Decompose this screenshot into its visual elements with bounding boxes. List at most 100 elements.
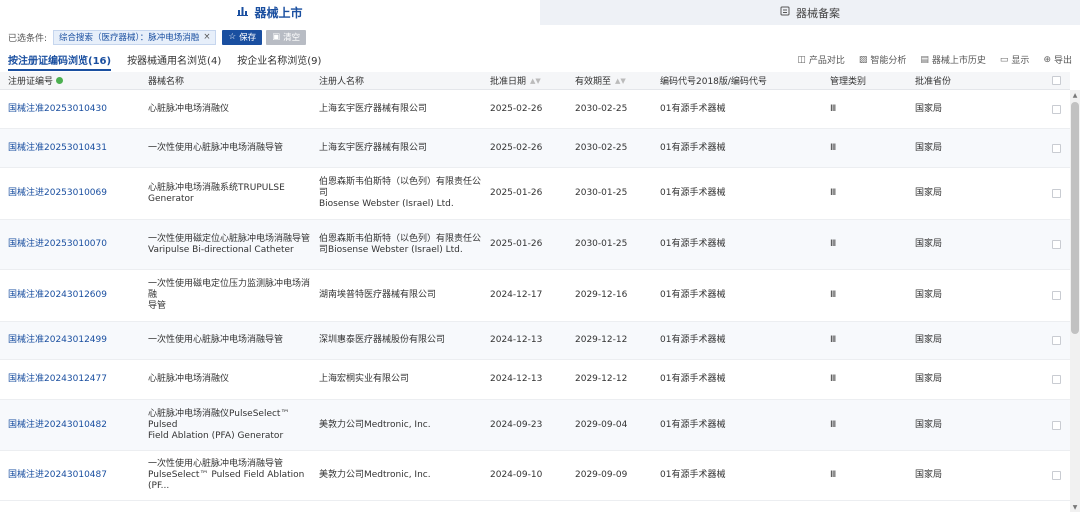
cell-province: 国家局: [915, 470, 943, 480]
header-approve-date[interactable]: 批准日期 ▲▼: [490, 74, 541, 88]
checkbox-icon: [1052, 240, 1061, 249]
toolbar: ◫ 产品对比 ▨ 智能分析 ▤ 器械上市历史 ▭ 显示 ⊕ 导出: [783, 53, 1072, 67]
header-approve-date-label: 批准日期: [490, 77, 527, 87]
cell-registrant-lines: 湖南埃普特医疗器械有限公司: [319, 290, 436, 301]
header-valid-until-label: 有效期至: [575, 77, 612, 87]
cell-registrant-lines: 美敦力公司Medtronic, Inc.: [319, 420, 431, 431]
cell-reg-no[interactable]: 国械注准20243012477: [8, 360, 143, 399]
cell-registrant-line: 伯恩森斯韦伯斯特（以色列）有限责任公: [319, 233, 482, 244]
row-checkbox[interactable]: [1052, 90, 1064, 128]
scroll-up-icon[interactable]: ▲: [1070, 90, 1080, 100]
cell-registrant-line: 伯恩森斯韦伯斯特（以色列）有限责任公司: [319, 177, 482, 198]
filter-chip[interactable]: 综合搜索（医疗器械）：脉冲电场消融 ×: [53, 29, 217, 45]
row-checkbox[interactable]: [1052, 322, 1064, 359]
cell-device-name-line: 心脏脉冲电场消融系统TRUPULSE: [148, 182, 285, 193]
row-checkbox[interactable]: [1052, 220, 1064, 269]
row-checkbox[interactable]: [1052, 360, 1064, 399]
row-checkbox[interactable]: [1052, 400, 1064, 450]
cell-valid-until: 2029-09-09: [575, 470, 628, 480]
cell-reg-no[interactable]: 国械注进20253010070: [8, 220, 143, 269]
tab-browse-by-name[interactable]: 按器械通用名浏览(4): [127, 52, 221, 69]
compare-icon: ◫: [797, 54, 806, 65]
select-all-checkbox[interactable]: [1052, 76, 1061, 85]
cell-class: Ⅲ: [830, 335, 837, 345]
cell-approve-date: 2024-09-10: [490, 470, 543, 480]
cell-device-name-line: 一次性使用磁电定位压力监测脉冲电场消融: [148, 279, 311, 300]
display-button[interactable]: ▭ 显示: [1000, 53, 1030, 67]
save-button[interactable]: ☆ 保存: [222, 29, 263, 45]
checkbox-icon: [1052, 104, 1061, 114]
analysis-label: 智能分析: [870, 56, 907, 66]
history-button[interactable]: ▤ 器械上市历史: [920, 53, 986, 67]
cell-registrant: 伯恩森斯韦伯斯特（以色列）有限责任公司Biosense Webster (Isr…: [319, 168, 485, 219]
cell-registrant-line: 司Biosense Webster (Israel) Ltd.: [319, 244, 463, 255]
tab-browse-by-company[interactable]: 按企业名称浏览(9): [237, 52, 321, 69]
tab-browse-by-reg[interactable]: 按注册证编码浏览(16): [8, 52, 112, 71]
cell-code: 01有源手术器械: [660, 419, 726, 430]
info-icon: [56, 77, 64, 84]
header-registrant: 注册人名称: [319, 77, 365, 87]
browse-tabs: 按注册证编码浏览(16) 按器械通用名浏览(4) 按企业名称浏览(9): [8, 52, 337, 71]
tab-device-listing[interactable]: 器械上市: [0, 0, 540, 25]
cell-approve-date: 2024-12-13: [490, 374, 543, 384]
display-label: 显示: [1011, 56, 1030, 66]
cell-reg-no[interactable]: 国械注进20253010069: [8, 168, 143, 219]
scroll-down-icon[interactable]: ▼: [1070, 502, 1080, 512]
cell-device-name-line: 心脏脉冲电场消融仪: [148, 374, 230, 384]
cell-registrant-lines: 深圳惠泰医疗器械股份有限公司: [319, 335, 445, 346]
cell-province: 国家局: [915, 290, 943, 300]
cell-code: 01有源手术器械: [660, 239, 726, 249]
trash-icon: ▣: [272, 32, 281, 42]
cell-registrant-line: 美敦力公司Medtronic, Inc.: [319, 419, 431, 430]
checkbox-icon: [1052, 336, 1061, 345]
cell-approve-date: 2025-02-26: [490, 142, 543, 153]
cell-reg-no[interactable]: 国械注准20253010430: [8, 90, 143, 128]
cell-registrant: 上海玄宇医疗器械有限公司: [319, 129, 485, 167]
cell-registrant-lines: 上海玄宇医疗器械有限公司: [319, 104, 427, 115]
cell-reg-no[interactable]: 国械注准20253010431: [8, 129, 143, 167]
cell-code: 01有源手术器械: [660, 335, 726, 345]
cell-device-name: 心脏脉冲电场消融仪: [148, 360, 314, 399]
cell-class: Ⅲ: [830, 188, 837, 198]
cell-device-name: 一次性使用磁电定位压力监测脉冲电场消融 导管: [148, 270, 314, 321]
cell-reg-no[interactable]: 国械注准20243012609: [8, 270, 143, 321]
cell-registrant-line: 上海宏桐实业有限公司: [319, 374, 410, 384]
cell-valid-until: 2030-02-25: [575, 103, 628, 114]
header-reg-no[interactable]: 注册证编号: [8, 74, 64, 87]
cell-province: 国家局: [915, 419, 943, 430]
history-label: 器械上市历史: [931, 56, 986, 66]
cell-reg-no[interactable]: 国械注准20243012499: [8, 322, 143, 359]
table-row: 国械注进20243010487 一次性使用心脏脉冲电场消融导管 PulseSelec…: [0, 451, 1070, 501]
cell-device-name: 一次性使用心脏脉冲电场消融导管 PulseSelect™ Pulsed Field…: [148, 451, 314, 500]
tab-device-filing[interactable]: 器械备案: [540, 0, 1080, 25]
cell-reg-no[interactable]: 国械注进20243010487: [8, 451, 143, 500]
cell-registrant-line: 上海玄宇医疗器械有限公司: [319, 103, 428, 114]
sort-icon[interactable]: ▲▼: [530, 77, 541, 85]
header-valid-until[interactable]: 有效期至 ▲▼: [575, 74, 626, 88]
sort-icon[interactable]: ▲▼: [615, 77, 626, 85]
cell-registrant: 美敦力公司Medtronic, Inc.: [319, 451, 485, 500]
cell-device-name-lines: 一次性使用心脏脉冲电场消融导管: [148, 335, 283, 346]
cell-registrant: 深圳惠泰医疗器械股份有限公司: [319, 322, 485, 359]
row-checkbox[interactable]: [1052, 168, 1064, 219]
header-class: 管理类别: [830, 77, 867, 87]
scroll-thumb[interactable]: [1071, 102, 1079, 334]
compare-button[interactable]: ◫ 产品对比: [797, 53, 845, 67]
table-row: 国械注进20253010070 一次性使用磁定位心脏脉冲电场消融导管 Varipul…: [0, 220, 1070, 270]
cell-province: 国家局: [915, 188, 943, 198]
cell-class: Ⅲ: [830, 290, 837, 300]
clear-button-label: 清空: [283, 33, 301, 43]
scrollbar[interactable]: ▲ ▼: [1070, 90, 1080, 512]
close-icon[interactable]: ×: [203, 32, 210, 42]
table-row: 国械注准20253010430 心脏脉冲电场消融仪 上海玄宇医疗器械有限公司 2025…: [0, 90, 1070, 129]
row-checkbox[interactable]: [1052, 270, 1064, 321]
cell-reg-no[interactable]: 国械注进20243010482: [8, 400, 143, 450]
checkbox-icon: [1052, 471, 1061, 480]
cell-device-name-line: 心脏脉冲电场消融仪: [148, 103, 230, 114]
row-checkbox[interactable]: [1052, 451, 1064, 500]
clear-button[interactable]: ▣ 清空: [266, 29, 307, 45]
export-label: 导出: [1053, 56, 1072, 66]
export-button[interactable]: ⊕ 导出: [1043, 53, 1072, 67]
analysis-button[interactable]: ▨ 智能分析: [859, 53, 907, 67]
row-checkbox[interactable]: [1052, 129, 1064, 167]
